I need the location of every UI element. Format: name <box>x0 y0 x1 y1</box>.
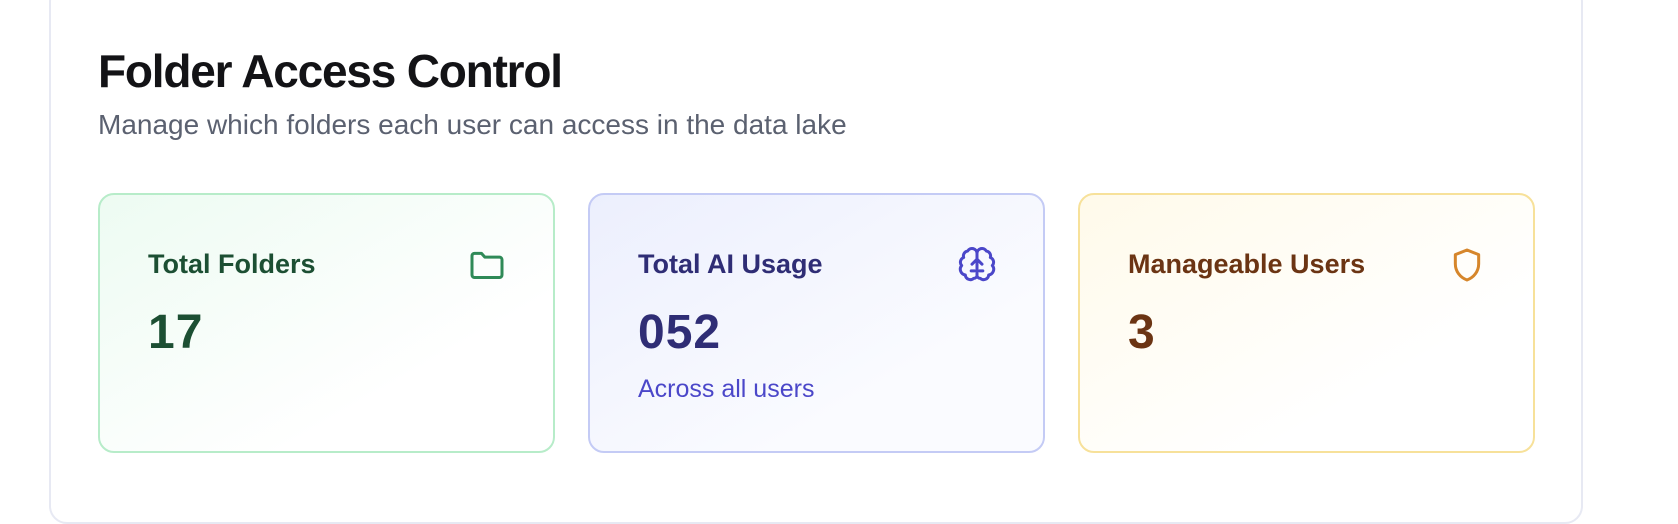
stat-card-total-folders: Total Folders 17 <box>98 193 555 453</box>
folder-icon <box>467 245 507 285</box>
page-subtitle: Manage which folders each user can acces… <box>98 109 847 140</box>
shield-icon <box>1447 245 1487 285</box>
stat-label: Total Folders <box>148 249 316 279</box>
page-title: Folder Access Control <box>98 45 563 97</box>
stat-value: 3 <box>1128 306 1156 359</box>
stat-card-total-ai-usage: Total AI Usage 052 Across all users <box>588 193 1045 453</box>
stat-value: 052 <box>638 306 722 359</box>
stat-value: 17 <box>148 306 204 359</box>
stat-note: Across all users <box>638 375 815 403</box>
brain-icon <box>957 245 997 285</box>
stat-label: Manageable Users <box>1128 249 1366 279</box>
stat-card-manageable-users: Manageable Users 3 <box>1078 193 1535 453</box>
stat-label: Total AI Usage <box>638 249 823 279</box>
